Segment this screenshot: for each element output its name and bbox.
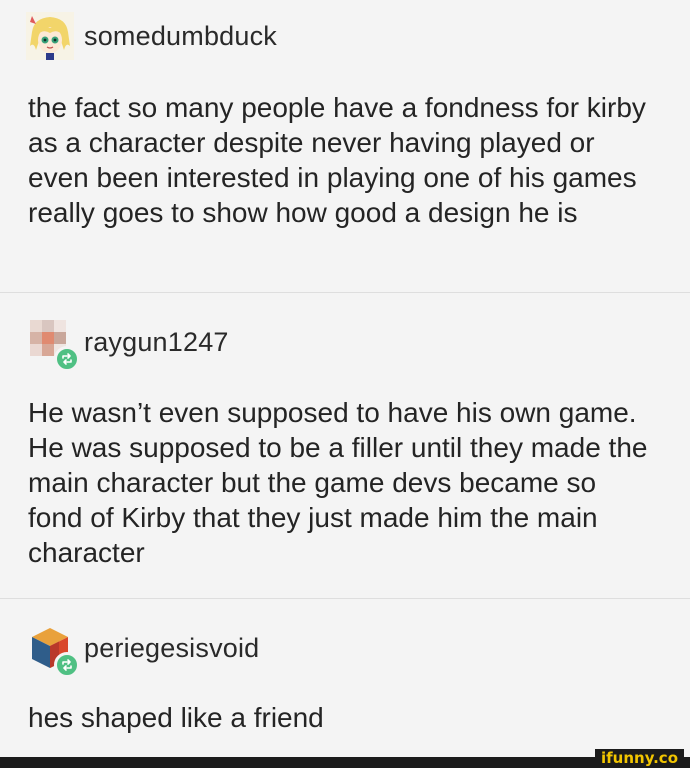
post-header: raygun1247 [26,318,229,372]
post-header: periegesisvoid [26,624,259,678]
post-body: the fact so many people have a fondness … [28,92,646,228]
post-divider [0,598,690,599]
reblog-icon [54,652,80,678]
post-body: hes shaped like a friend [28,702,324,733]
tumblr-thread-screenshot: somedumbduck the fact so many people hav… [0,0,690,768]
username[interactable]: somedumbduck [84,21,277,52]
anime-character-avatar-icon[interactable] [26,12,74,60]
username[interactable]: raygun1247 [84,327,229,358]
post-header: somedumbduck [26,12,277,60]
pixelated-avatar-icon[interactable] [26,318,80,372]
watermark-logo: ifunny.co [595,749,684,768]
reblog-icon [54,346,80,372]
post-divider [0,292,690,293]
cube-avatar-icon[interactable] [26,624,80,678]
username[interactable]: periegesisvoid [84,633,259,664]
watermark-bar [0,757,690,768]
post-body: He wasn’t even supposed to have his own … [28,397,648,568]
